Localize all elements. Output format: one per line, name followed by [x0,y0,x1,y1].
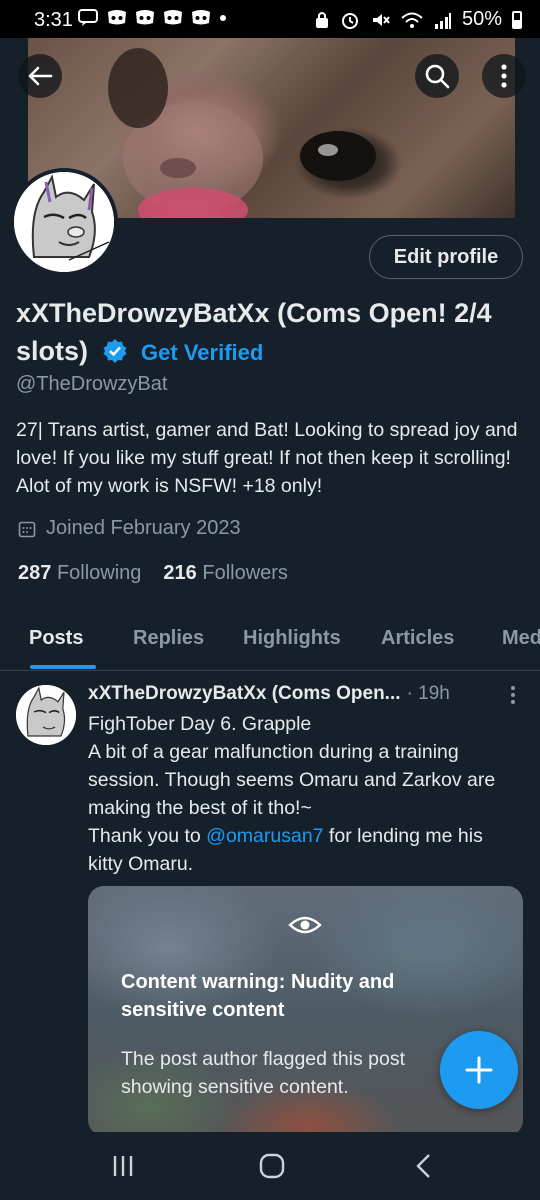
back-arrow-icon [28,66,53,86]
calendar-icon [18,521,36,537]
tab-media[interactable]: Med [502,627,540,650]
status-right: 50% [314,8,522,31]
discord-icon [136,10,154,25]
post-author[interactable]: xXTheDrowzyBatXx (Coms Open... [88,683,401,705]
more-options-button[interactable] [482,54,526,98]
followers-label: Followers [202,562,288,584]
joined-text: Joined February 2023 [46,517,241,539]
following-count: 287 [18,562,52,584]
edit-profile-button[interactable]: Edit profile [369,235,523,279]
search-button[interactable] [415,54,459,98]
post-avatar[interactable] [16,685,76,745]
joined-date: Joined February 2023 [18,517,241,540]
back-icon[interactable] [414,1153,432,1179]
notification-icons [78,8,228,26]
following-link[interactable]: 287 Following [18,562,141,585]
discord-icon [164,10,182,25]
active-tab-indicator [30,665,96,669]
compose-button[interactable] [440,1031,518,1109]
eye-icon [288,916,322,934]
lock-icon [315,11,328,28]
content-warning-body: The post author flagged this post showin… [121,1048,406,1098]
system-nav-bar [0,1132,540,1200]
home-icon[interactable] [259,1153,285,1179]
following-label: Following [56,562,142,584]
profile-tabs: Posts Replies Highlights Articles Med [0,615,540,671]
post-avatar-image [16,685,76,745]
message-icon [78,9,98,26]
post-line-3: Thank you to @omarusan7 for lending me h… [88,825,483,875]
post-more-icon[interactable] [505,684,521,706]
display-name: xXTheDrowzyBatXx (Coms Open! 2/4 slots) … [16,294,526,372]
followers-count: 216 [163,562,197,584]
discord-icon [108,10,126,25]
post-header: xXTheDrowzyBatXx (Coms Open... · 19h [88,683,450,705]
post-line-2: A bit of a gear malfunction during a tra… [88,741,496,819]
get-verified-link[interactable]: Get Verified [141,340,263,365]
avatar[interactable] [10,168,118,276]
followers-link[interactable]: 216 Followers [163,562,288,585]
search-icon [425,64,450,89]
tab-posts[interactable]: Posts [29,627,83,650]
signal-icon [434,12,451,29]
content-warning-title: Content warning: Nudity and sensitive co… [121,971,395,1021]
more-vertical-icon [501,64,507,88]
tab-articles[interactable]: Articles [381,627,454,650]
handle: @TheDrowzyBat [16,373,168,395]
tab-highlights[interactable]: Highlights [243,627,341,650]
follow-counts: 287 Following 216 Followers [18,562,288,585]
back-button[interactable] [18,54,62,98]
alarm-icon [341,12,358,29]
post-time: · 19h [406,683,450,704]
discord-icon [192,10,210,25]
status-time: 3:31 [34,9,73,31]
plus-icon [465,1056,493,1084]
bio: 27| Trans artist, gamer and Bat! Looking… [16,419,518,497]
wifi-icon [401,12,423,28]
avatar-image [14,172,114,272]
tab-replies[interactable]: Replies [133,627,204,650]
post-line-1: FighTober Day 6. Grapple [88,713,312,735]
mute-icon [372,13,390,26]
mention-link[interactable]: @omarusan7 [206,825,323,847]
verified-badge-icon [103,339,127,363]
recent-apps-icon[interactable] [112,1154,134,1178]
status-bar: 3:31 50% [0,0,540,38]
battery-icon [512,10,522,29]
post-text: FighTober Day 6. Grapple A bit of a gear… [88,710,518,878]
dot-icon [220,15,226,21]
battery-percent: 50% [461,8,502,30]
